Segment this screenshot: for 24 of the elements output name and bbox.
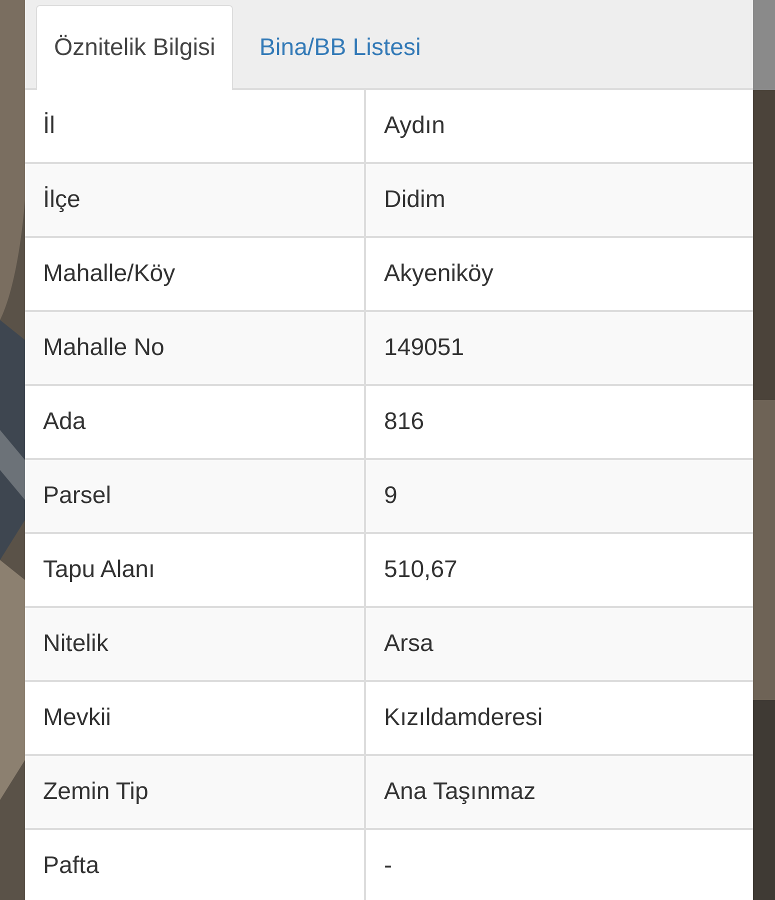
label-cell: İl xyxy=(25,90,366,162)
label-cell: Pafta xyxy=(25,830,366,900)
label-cell: Mahalle No xyxy=(25,312,366,384)
label-cell: Mahalle/Köy xyxy=(25,238,366,310)
value-cell-text: 510,67 xyxy=(383,555,458,585)
label-cell: İlçe xyxy=(25,164,366,236)
value-cell-text: Arsa xyxy=(383,629,434,659)
label-cell: Tapu Alanı xyxy=(25,534,366,606)
value-cell-text: Didim xyxy=(383,185,446,215)
label-cell: Nitelik xyxy=(25,608,366,680)
value-cell-text: 816 xyxy=(383,407,426,437)
label-cell: Ada xyxy=(25,386,366,458)
value-cell-text: Aydın xyxy=(383,111,446,141)
label-cell: Parsel xyxy=(25,460,366,532)
value-cell-text: 9 xyxy=(383,481,398,511)
value-cell-text: Kızıldamderesi xyxy=(383,703,544,733)
tab[interactable]: Öznitelik Bilgisi xyxy=(36,5,234,90)
label-cell: Mevkii xyxy=(25,682,366,754)
value-cell-text: - xyxy=(383,851,393,881)
value-cell-text: Akyeniköy xyxy=(383,259,494,289)
value-cell-text: 149051 xyxy=(383,333,466,363)
tab[interactable]: Bina/BB Listesi xyxy=(235,7,445,88)
value-cell-text: Ana Taşınmaz xyxy=(383,777,537,807)
label-cell: Zemin Tip xyxy=(25,756,366,828)
